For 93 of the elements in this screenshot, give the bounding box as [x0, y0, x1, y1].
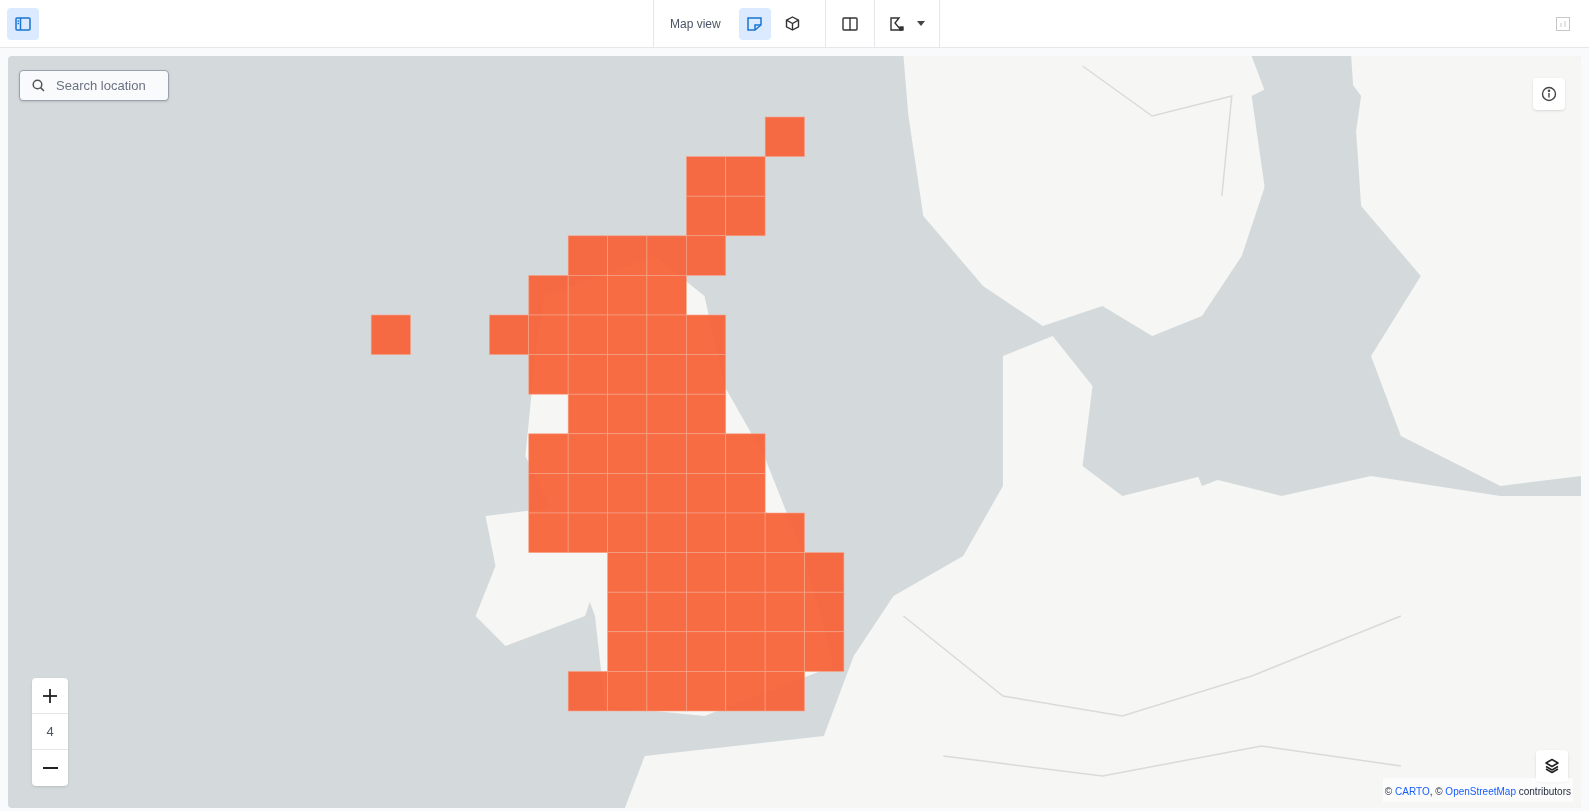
grid-cell [607, 591, 648, 633]
cube-icon [785, 16, 801, 31]
grid-cell [607, 235, 648, 276]
grid-cell [646, 314, 687, 355]
grid-cell [567, 393, 608, 435]
view-label: Map view [670, 15, 721, 33]
grid-cell [646, 235, 687, 276]
grid-cell [567, 671, 608, 712]
grid-cell [567, 433, 608, 474]
grid-cell [646, 631, 687, 672]
grid-cell [607, 354, 648, 395]
grid-cell [764, 631, 805, 672]
grid-cell [607, 552, 648, 593]
grid-cell [607, 512, 648, 553]
grid-cell [528, 354, 569, 395]
grid-cell [567, 275, 608, 316]
grid-cell [725, 552, 766, 593]
grid-cell [725, 156, 766, 197]
grid-cell [725, 631, 766, 672]
polygon-icon [888, 15, 905, 32]
grid-cell [607, 473, 648, 514]
grid-cell [528, 512, 569, 553]
grid-cell [725, 512, 766, 553]
sidebar-icon [15, 16, 31, 31]
grid-cell [646, 433, 687, 474]
grid-cell [686, 512, 727, 553]
book-icon [841, 16, 858, 31]
grid-cell [725, 591, 766, 633]
attribution-text: © CARTO, © OpenStreetMap contributors [1384, 786, 1571, 797]
grid-cell [725, 433, 766, 474]
grid-cell [764, 116, 805, 157]
chart-icon [1556, 16, 1570, 31]
grid-cell [646, 512, 687, 553]
grid-cell [764, 512, 805, 553]
grid-cell [489, 314, 530, 355]
info-icon [1541, 86, 1557, 102]
grid-cell [686, 235, 727, 276]
grid-cell [528, 314, 569, 355]
grid-cell [725, 671, 766, 712]
grid-cell [686, 156, 727, 197]
grid-cell [607, 433, 648, 474]
grid-cell [528, 275, 569, 316]
grid-cell [646, 393, 687, 435]
grid-cell [686, 195, 727, 237]
grid-cell [646, 552, 687, 593]
grid-cell [725, 195, 766, 237]
grid-cell [607, 314, 648, 355]
grid-cell [686, 473, 727, 514]
grid-cell [567, 314, 608, 355]
grid-cell [764, 591, 805, 633]
grid-cell [567, 354, 608, 395]
sidebar-toggle-button[interactable] [7, 7, 39, 40]
search-field[interactable]: Search location [19, 70, 169, 101]
info-button[interactable] [1533, 78, 1565, 110]
grid-cell [646, 275, 687, 316]
grid-cell [607, 671, 648, 712]
note-icon [747, 16, 763, 31]
grid-cell [686, 591, 727, 633]
grid-cell [567, 512, 608, 553]
grid-cell [686, 552, 727, 593]
grid-cell [686, 631, 727, 672]
grid-cell [646, 354, 687, 395]
grid-cell [370, 314, 411, 355]
grid-cell [804, 631, 845, 672]
grid-cell [646, 671, 687, 712]
map-2d-button[interactable] [738, 7, 771, 40]
zoom-level: 4 [46, 722, 54, 741]
grid-cell [646, 591, 687, 633]
grid-cell [686, 314, 727, 355]
grid-cell [528, 433, 569, 474]
grid-cell [646, 473, 687, 514]
grid-cell [804, 552, 845, 593]
grid-cell [607, 393, 648, 435]
grid-cell [764, 671, 805, 712]
grid-cell [567, 473, 608, 514]
grid-cell [686, 671, 727, 712]
grid-cell [686, 433, 727, 474]
attribution-link[interactable]: CARTO [1395, 786, 1430, 797]
attribution-link[interactable]: OpenStreetMap [1445, 786, 1516, 797]
layers-icon [1544, 758, 1560, 774]
grid-cell [686, 393, 727, 435]
grid-cell [686, 354, 727, 395]
caret-icon [916, 21, 925, 26]
plus-icon [42, 687, 58, 704]
grid-cell [567, 235, 608, 276]
grid-cell [725, 473, 766, 514]
grid-cell [764, 552, 805, 593]
minus-icon [42, 767, 58, 769]
search-icon [32, 79, 45, 92]
grid-cell [804, 591, 845, 633]
grid-cell [607, 631, 648, 672]
grid-cell [528, 473, 569, 514]
grid-cell [607, 275, 648, 316]
